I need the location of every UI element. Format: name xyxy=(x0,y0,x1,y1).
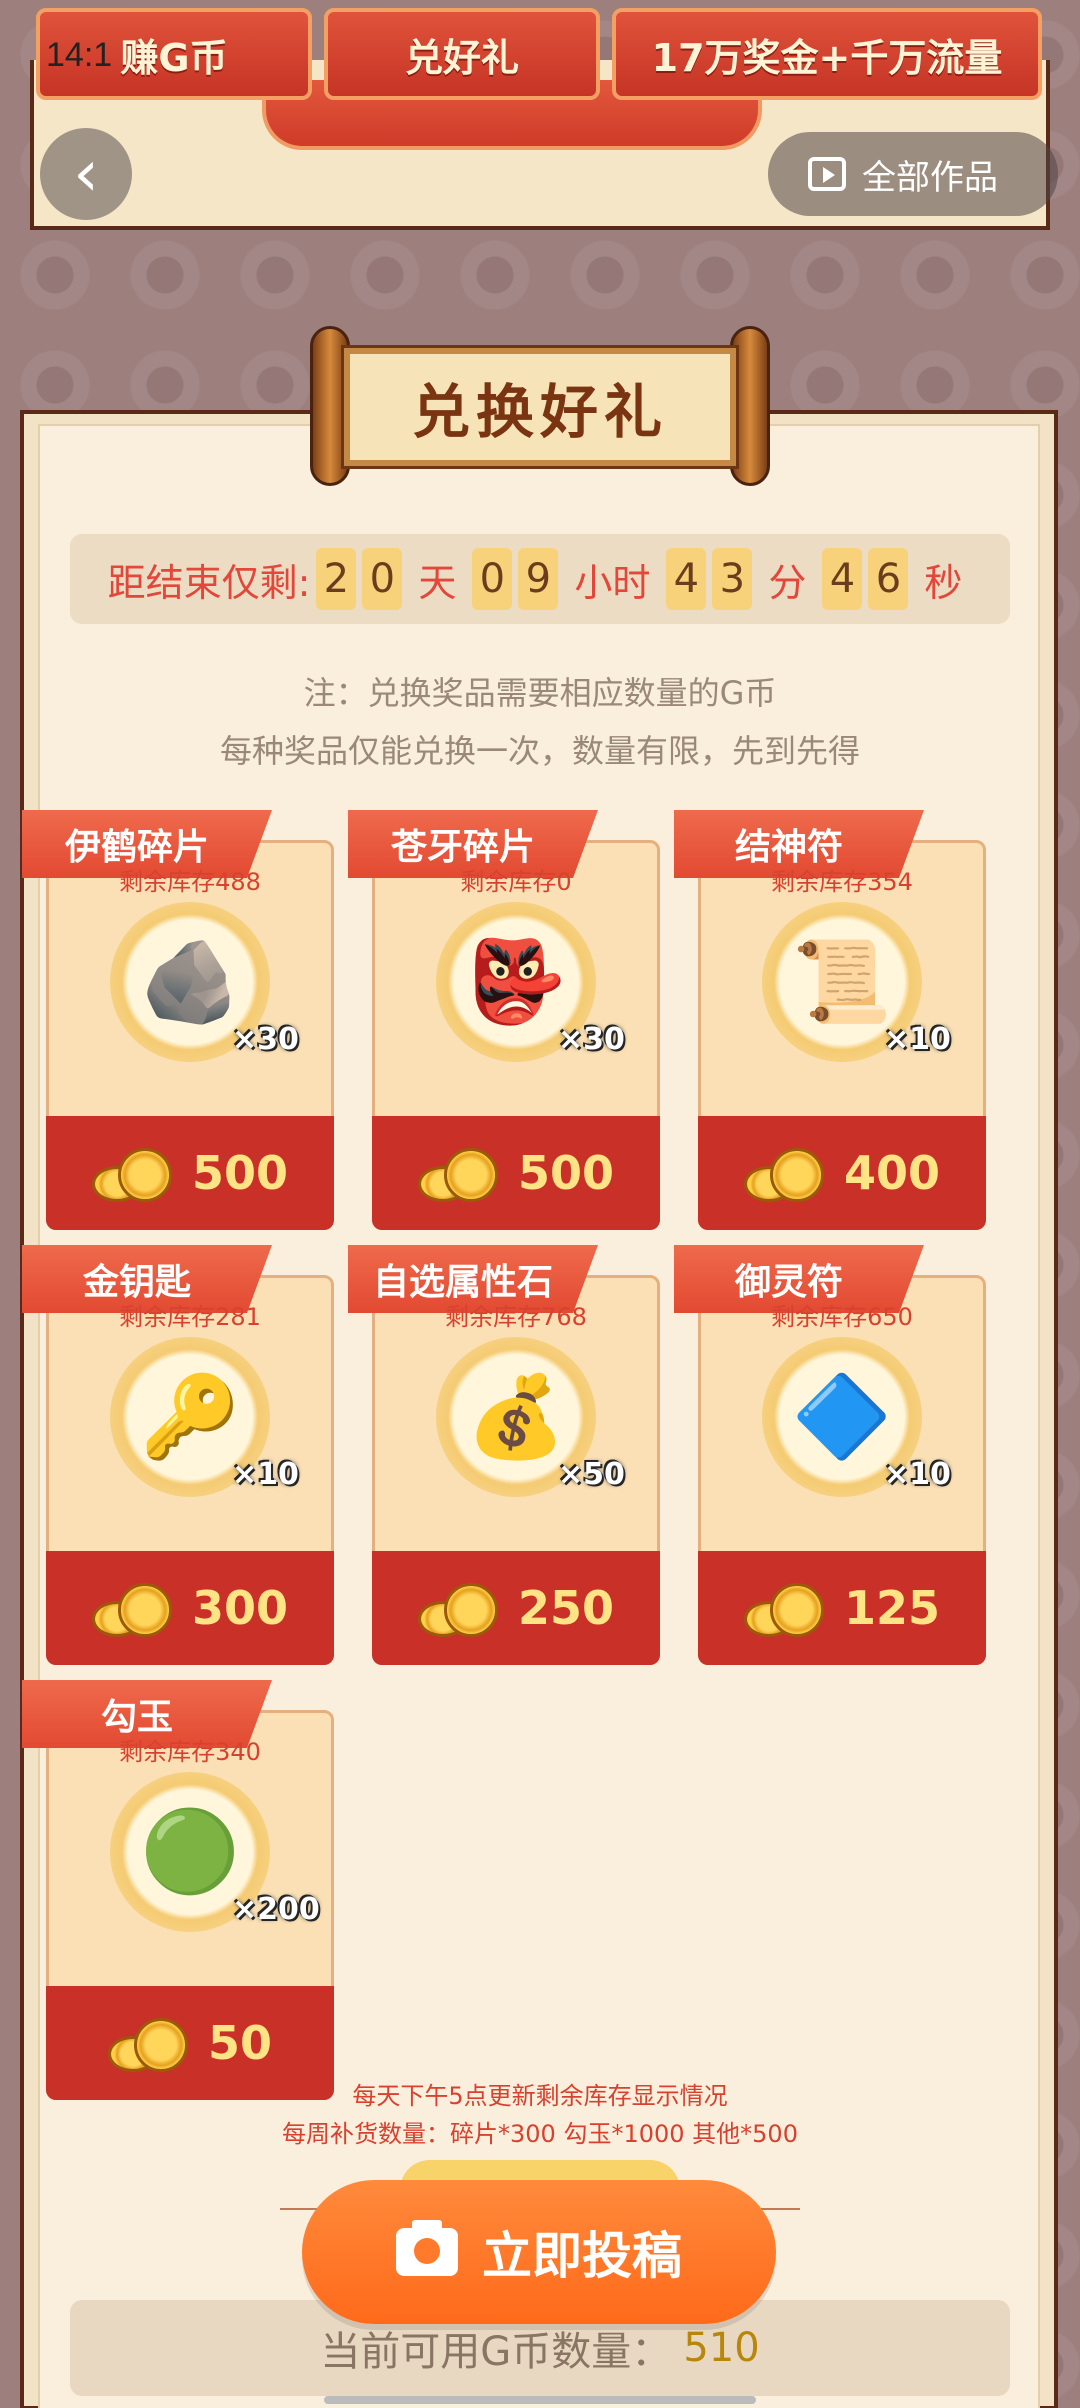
tab-prize-pool[interactable]: 17万奖金+千万流量 xyxy=(612,8,1042,100)
video-icon xyxy=(808,157,846,191)
submit-label: 立即投稿 xyxy=(482,2227,682,2285)
prize-stock: 剩余库存0 xyxy=(460,868,572,896)
countdown-digit: 0 xyxy=(472,548,513,610)
prize-card[interactable]: 结神符 剩余库存354 📜 ×10 400 xyxy=(674,810,986,1230)
prize-stock: 剩余库存488 xyxy=(119,868,261,896)
top-tab-bar: 赚G币 兑好礼 17万奖金+千万流量 xyxy=(0,0,1080,110)
prize-quantity: ×10 xyxy=(884,1457,951,1492)
prize-price-button[interactable]: 500 xyxy=(372,1116,660,1230)
coin-icon xyxy=(91,1148,172,1202)
all-works-button[interactable]: 全部作品 xyxy=(768,132,1058,216)
coin-icon xyxy=(107,2018,188,2072)
prize-quantity: ×50 xyxy=(558,1457,625,1492)
note-line-1: 注：兑换奖品需要相应数量的G币 xyxy=(303,674,777,712)
prize-price: 500 xyxy=(517,1146,615,1200)
countdown-unit: 天 xyxy=(418,560,457,605)
submit-button[interactable]: 立即投稿 xyxy=(302,2180,776,2324)
prize-price-button[interactable]: 300 xyxy=(46,1551,334,1665)
countdown-timer: 距结束仅剩: 2 0 天 0 9 小时 4 3 分 4 6 秒 xyxy=(70,534,1010,624)
prize-stock: 剩余库存340 xyxy=(119,1738,261,1766)
countdown-unit: 小时 xyxy=(574,560,651,605)
coin-icon xyxy=(743,1583,824,1637)
all-works-label: 全部作品 xyxy=(862,157,998,198)
camera-icon xyxy=(396,2220,458,2276)
scroll-roll-right xyxy=(730,326,770,486)
prize-price-button[interactable]: 250 xyxy=(372,1551,660,1665)
home-indicator xyxy=(324,2396,756,2404)
countdown-unit: 秒 xyxy=(924,560,963,605)
prize-quantity: ×30 xyxy=(558,1022,625,1057)
prize-quantity: ×200 xyxy=(232,1892,320,1927)
countdown-digit: 2 xyxy=(316,548,357,610)
balance-value: 510 xyxy=(683,2325,760,2371)
countdown-digit: 6 xyxy=(868,548,909,610)
prize-card[interactable]: 勾玉 剩余库存340 🟢 ×200 50 xyxy=(22,1680,334,2100)
prize-stock: 剩余库存650 xyxy=(771,1303,913,1331)
coin-icon xyxy=(417,1148,498,1202)
prize-stock: 剩余库存768 xyxy=(445,1303,587,1331)
prize-stock: 剩余库存281 xyxy=(119,1303,261,1331)
countdown-digit: 4 xyxy=(822,548,863,610)
countdown-unit: 分 xyxy=(768,560,807,605)
prize-price: 400 xyxy=(843,1146,941,1200)
countdown-digit: 4 xyxy=(666,548,707,610)
page-title: 兑换好礼 xyxy=(341,345,739,469)
coin-icon xyxy=(743,1148,824,1202)
tab-redeem-gifts[interactable]: 兑好礼 xyxy=(324,8,600,100)
chevron-left-icon: ‹ xyxy=(73,137,99,211)
prize-price: 50 xyxy=(207,2016,272,2070)
prize-price-button[interactable]: 500 xyxy=(46,1116,334,1230)
prize-card[interactable]: 苍牙碎片 剩余库存0 👺 ×30 500 xyxy=(348,810,660,1230)
weekly-restock-note: 每周补货数量：碎片*300 勾玉*1000 其他*500 xyxy=(282,2120,798,2148)
prize-price: 500 xyxy=(191,1146,289,1200)
prize-price-button[interactable]: 125 xyxy=(698,1551,986,1665)
countdown-digit: 3 xyxy=(712,548,753,610)
prize-card[interactable]: 伊鹤碎片 剩余库存488 🪨 ×30 500 xyxy=(22,810,334,1230)
coin-icon xyxy=(417,1583,498,1637)
prize-quantity: ×10 xyxy=(232,1457,299,1492)
prize-price-button[interactable]: 400 xyxy=(698,1116,986,1230)
prize-quantity: ×30 xyxy=(232,1022,299,1057)
note-line-2: 每种奖品仅能兑换一次，数量有限，先到先得 xyxy=(219,732,860,770)
prize-price: 300 xyxy=(191,1581,289,1635)
prize-price: 250 xyxy=(517,1581,615,1635)
prize-card[interactable]: 御灵符 剩余库存650 🔷 ×10 125 xyxy=(674,1245,986,1665)
prize-card[interactable]: 自选属性石 剩余库存768 💰 ×50 250 xyxy=(348,1245,660,1665)
status-time: 14:1 xyxy=(46,36,113,74)
restock-note: 每天下午5点更新剩余库存显示情况 xyxy=(352,2082,728,2110)
prize-price: 125 xyxy=(843,1581,941,1635)
prize-stock: 剩余库存354 xyxy=(771,868,913,896)
back-button[interactable]: ‹ xyxy=(40,128,132,220)
prize-quantity: ×10 xyxy=(884,1022,951,1057)
prize-card[interactable]: 金钥匙 剩余库存281 🔑 ×10 300 xyxy=(22,1245,334,1665)
countdown-digit: 0 xyxy=(362,548,403,610)
title-scroll: 兑换好礼 xyxy=(310,326,770,486)
countdown-digit: 9 xyxy=(518,548,559,610)
balance-label: 当前可用G币数量： xyxy=(320,2329,672,2375)
countdown-prefix: 距结束仅剩: xyxy=(107,560,311,605)
coin-icon xyxy=(91,1583,172,1637)
